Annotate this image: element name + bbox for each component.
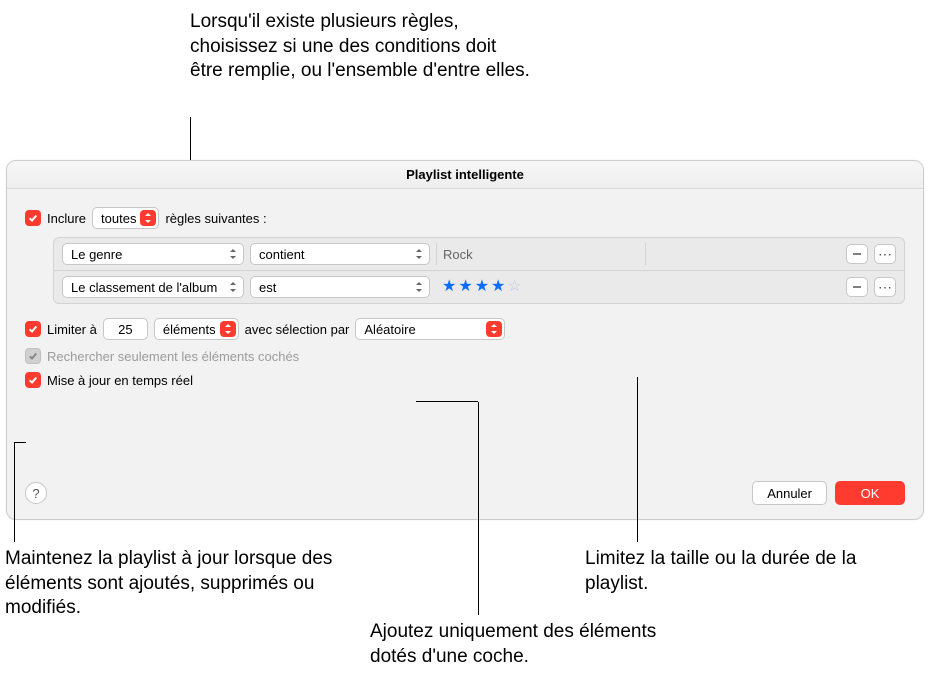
leader-line (637, 377, 638, 542)
ok-button[interactable]: OK (835, 481, 905, 505)
popup-arrow-icon (411, 246, 427, 262)
popup-arrow-icon (220, 321, 236, 337)
only-checked-checkbox (25, 348, 41, 364)
leader-line (416, 401, 478, 402)
minus-icon (852, 249, 862, 259)
callout-only-checked: Ajoutez uniquement des éléments dotés d'… (370, 620, 690, 669)
star-icon: ☆ (507, 279, 521, 295)
rule-options-button[interactable]: ⋯ (874, 244, 896, 264)
callout-limit: Limitez la taille ou la durée de la play… (585, 547, 885, 596)
rule-field-value: Le genre (71, 247, 122, 262)
limit-count-input[interactable] (103, 318, 148, 340)
live-update-row: Mise à jour en temps réel (25, 372, 905, 388)
limit-row: Limiter à éléments avec sélection par Al… (25, 318, 905, 340)
limit-method-popup[interactable]: Aléatoire (355, 318, 505, 340)
dialog-footer: ? Annuler OK (25, 481, 905, 505)
limit-label: Limiter à (47, 322, 97, 337)
rule-rating-value[interactable]: ★ ★ ★ ★ ☆ (436, 279, 528, 295)
rule-field-popup[interactable]: Le genre (62, 243, 244, 265)
live-update-label: Mise à jour en temps réel (47, 373, 193, 388)
rule-operator-popup[interactable]: contient (250, 243, 430, 265)
limit-checkbox[interactable] (25, 321, 41, 337)
leader-line (14, 442, 15, 542)
limit-unit-popup[interactable]: éléments (154, 318, 239, 340)
callout-live-update: Maintenez la playlist à jour lorsque des… (5, 547, 355, 621)
star-icon: ★ (458, 279, 472, 295)
rules-list: Le genre contient ⋯ Le classement (53, 237, 905, 304)
star-icon: ★ (491, 279, 505, 295)
rule-row: Le classement de l'album est ★ ★ ★ ★ ☆ (54, 270, 904, 303)
include-label-prefix: Inclure (47, 211, 86, 226)
help-button[interactable]: ? (25, 482, 47, 504)
popup-arrow-icon (225, 279, 241, 295)
include-label-suffix: règles suivantes : (165, 211, 266, 226)
rule-operator-value: est (259, 280, 276, 295)
popup-arrow-icon (411, 279, 427, 295)
live-update-checkbox[interactable] (25, 372, 41, 388)
only-checked-label: Rechercher seulement les éléments cochés (47, 349, 299, 364)
ellipsis-icon: ⋯ (878, 247, 892, 261)
match-row: Inclure toutes règles suivantes : (25, 207, 905, 229)
remove-rule-button[interactable] (846, 277, 868, 297)
rule-field-popup[interactable]: Le classement de l'album (62, 276, 244, 298)
include-checkbox[interactable] (25, 210, 41, 226)
popup-arrow-icon (140, 210, 156, 226)
rule-operator-value: contient (259, 247, 305, 262)
popup-arrow-icon (486, 321, 502, 337)
rule-operator-popup[interactable]: est (250, 276, 430, 298)
star-icon: ★ (442, 279, 456, 295)
cancel-button[interactable]: Annuler (752, 481, 827, 505)
dialog-title: Playlist intelligente (7, 161, 923, 189)
minus-icon (852, 282, 862, 292)
dialog-content: Inclure toutes règles suivantes : Le gen… (7, 189, 923, 388)
leader-line (478, 402, 479, 615)
limit-method-value: Aléatoire (364, 322, 415, 337)
limit-selection-label: avec sélection par (245, 322, 350, 337)
match-mode-value: toutes (101, 211, 136, 226)
only-checked-row: Rechercher seulement les éléments cochés (25, 348, 905, 364)
limit-unit-value: éléments (163, 322, 216, 337)
smart-playlist-dialog: Playlist intelligente Inclure toutes règ… (6, 160, 924, 520)
ellipsis-icon: ⋯ (878, 280, 892, 294)
rule-value-input[interactable] (436, 243, 646, 265)
popup-arrow-icon (225, 246, 241, 262)
match-mode-popup[interactable]: toutes (92, 207, 159, 229)
star-icon: ★ (475, 279, 489, 295)
callout-match-mode: Lorsqu'il existe plusieurs règles, chois… (190, 10, 530, 84)
rule-field-value: Le classement de l'album (71, 280, 217, 295)
rule-options-button[interactable]: ⋯ (874, 277, 896, 297)
rule-row: Le genre contient ⋯ (54, 238, 904, 270)
leader-line (14, 442, 26, 443)
remove-rule-button[interactable] (846, 244, 868, 264)
